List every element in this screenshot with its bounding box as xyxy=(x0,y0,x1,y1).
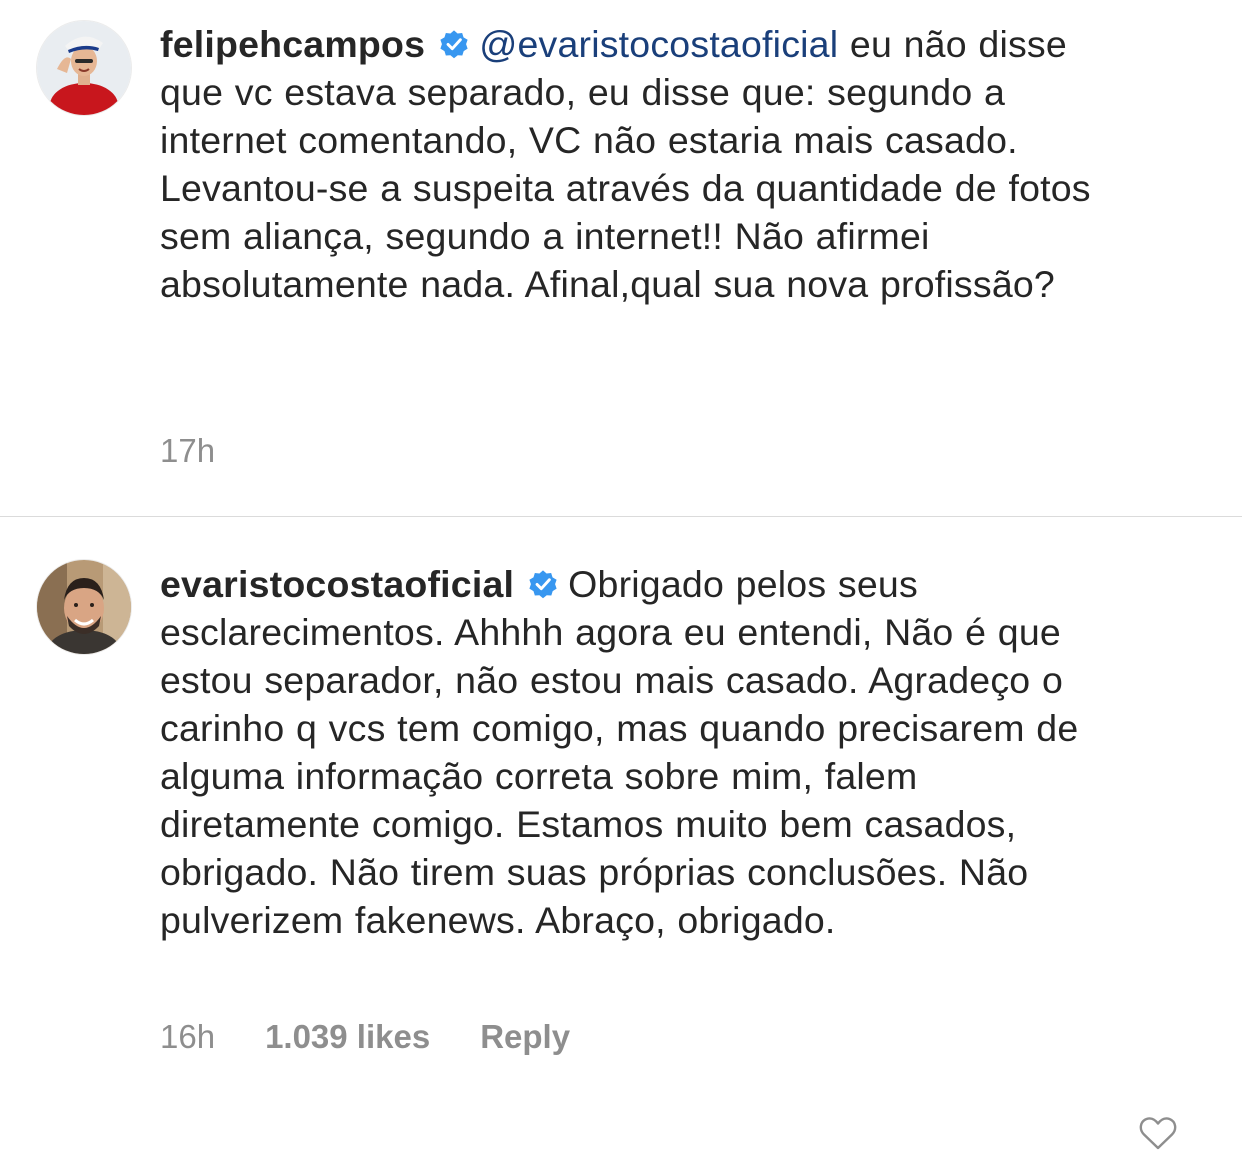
avatar-evaristocostaoficial[interactable] xyxy=(37,560,131,654)
comment-meta: 16h 1.039 likes Reply xyxy=(160,1018,570,1056)
comment-text: eu não disse que vc estava separado, eu … xyxy=(160,23,1091,305)
comment-text: Obrigado pelos seus esclarecimentos. Ahh… xyxy=(160,563,1079,941)
comment-text-block: evaristocostaoficial Obrigado pelos seus… xyxy=(160,560,1095,944)
likes-count[interactable]: 1.039 likes xyxy=(265,1018,430,1056)
comment-username[interactable]: felipehcampos xyxy=(160,23,425,65)
avatar-felipehcampos-image xyxy=(37,21,131,115)
heart-outline-icon[interactable] xyxy=(1138,1115,1178,1151)
comment-evaristocostaoficial: evaristocostaoficial Obrigado pelos seus… xyxy=(0,517,1242,1150)
verified-badge-icon xyxy=(529,570,557,599)
comment-text-block: felipehcampos @evaristocostaoficial eu n… xyxy=(160,20,1095,308)
verified-badge-icon xyxy=(440,30,468,59)
comment-felipehcampos: felipehcampos @evaristocostaoficial eu n… xyxy=(0,0,1242,516)
comment-timestamp[interactable]: 17h xyxy=(160,432,215,470)
comment-timestamp[interactable]: 16h xyxy=(160,1018,215,1056)
comment-username[interactable]: evaristocostaoficial xyxy=(160,563,514,605)
avatar-felipehcampos[interactable] xyxy=(37,21,131,115)
mention-link[interactable]: @evaristocostaoficial xyxy=(479,23,838,65)
reply-button[interactable]: Reply xyxy=(480,1018,570,1056)
comment-meta: 17h xyxy=(160,432,215,470)
avatar-evaristocostaoficial-image xyxy=(37,560,131,654)
